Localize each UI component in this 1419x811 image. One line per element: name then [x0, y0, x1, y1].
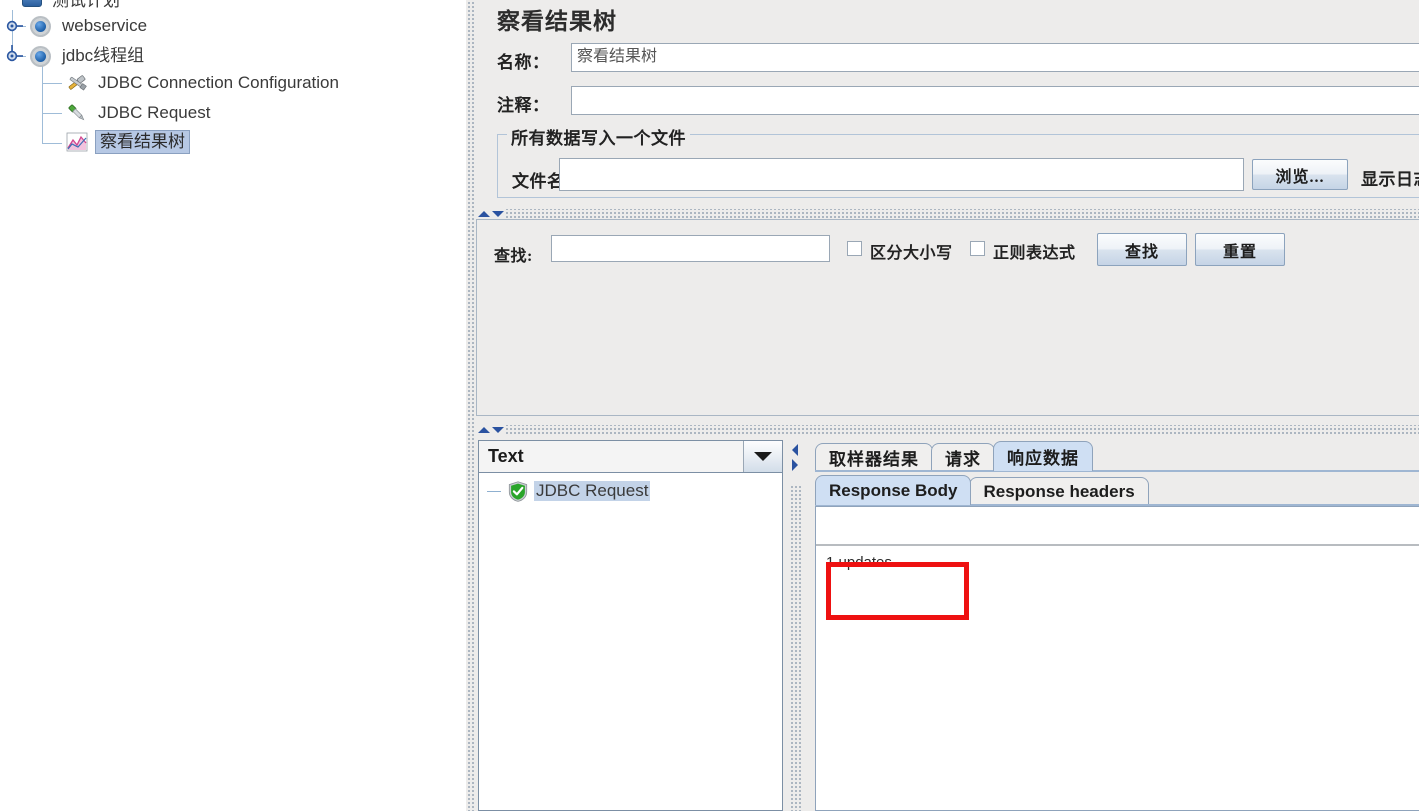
results-tree-item-label: JDBC Request [534, 481, 651, 501]
chevron-down-icon[interactable] [743, 441, 782, 472]
tree-connector [42, 60, 43, 144]
results-tree-item-jdbc-request[interactable]: JDBC Request [487, 479, 651, 503]
search-results-splitter[interactable] [476, 425, 1419, 434]
splitter-collapse-controls-2[interactable] [478, 425, 506, 434]
chevron-right-icon[interactable] [792, 459, 798, 471]
tab-response-body[interactable]: Response Body [815, 475, 972, 505]
search-input[interactable] [551, 235, 830, 262]
thread-group-icon [28, 44, 54, 68]
search-panel: 查找: 区分大小写 正则表达式 查找 重置 [476, 219, 1419, 416]
config-element-icon [64, 71, 90, 95]
chevron-down-icon[interactable] [492, 210, 504, 217]
listener-chart-icon [64, 130, 90, 154]
chevron-left-icon[interactable] [792, 444, 798, 456]
test-plan-tree-panel[interactable]: 测试计划 webservice jdbc线程组 JDBC Connection … [0, 0, 466, 811]
regex-checkbox[interactable] [970, 241, 985, 256]
response-filter-input[interactable] [816, 507, 1419, 546]
tree-expand-handle-webservice[interactable] [4, 14, 26, 38]
case-sensitive-checkbox[interactable] [847, 241, 862, 256]
render-format-combo[interactable]: Text [478, 440, 783, 473]
render-format-value: Text [488, 446, 524, 466]
success-shield-icon [508, 480, 528, 502]
browse-button[interactable]: 浏览... [1252, 159, 1348, 190]
comment-input[interactable] [571, 86, 1419, 115]
search-label: 查找: [494, 248, 533, 265]
tree-node-label: JDBC Connection Configuration [98, 73, 339, 92]
results-tree[interactable]: JDBC Request [478, 473, 783, 811]
response-body-container: 1 updates [803, 506, 1419, 811]
test-plan-icon [18, 0, 44, 13]
tab-response-data[interactable]: 响应数据 [993, 441, 1093, 471]
chevron-up-icon[interactable] [478, 210, 490, 217]
tab-sampler-result[interactable]: 取样器结果 [815, 443, 933, 471]
tree-node-test-plan[interactable]: 测试计划 [18, 0, 123, 14]
case-sensitive-label: 区分大小写 [870, 245, 953, 262]
tree-node-label: 测试计划 [52, 0, 120, 10]
response-body-text: 1 updates [816, 546, 1419, 810]
tree-node-jdbc-connection-configuration[interactable]: JDBC Connection Configuration [64, 70, 342, 96]
page-title: 察看结果树 [497, 9, 617, 34]
tree-node-label: JDBC Request [98, 103, 211, 122]
tree-connector [42, 143, 62, 144]
filename-input[interactable] [559, 158, 1244, 191]
primary-tabstrip[interactable]: 取样器结果 请求 响应数据 [815, 440, 1419, 471]
output-file-groupbox-title: 所有数据写入一个文件 [507, 124, 690, 149]
tree-connector [42, 113, 62, 114]
tab-request[interactable]: 请求 [931, 443, 995, 471]
regex-label: 正则表达式 [993, 245, 1076, 262]
tree-node-label: jdbc线程组 [62, 46, 145, 65]
comment-label: 注释： [497, 96, 550, 115]
response-body-viewer[interactable]: 1 updates [815, 506, 1419, 811]
results-tree-section: Text JDBC Request [476, 440, 787, 811]
tree-node-webservice[interactable]: webservice [28, 13, 150, 39]
splitter-collapse-controls-3[interactable] [789, 440, 801, 484]
reset-button[interactable]: 重置 [1195, 233, 1285, 266]
config-area: 察看结果树 名称： 察看结果树 注释： 所有数据写入一个文件 文件名 浏览...… [476, 0, 1419, 210]
filename-label: 文件名 [512, 172, 565, 191]
results-area: Text JDBC Request 取样器结果 请求 响应数据 Response… [476, 434, 1419, 811]
primary-tab-underline [815, 470, 1419, 472]
chevron-down-icon[interactable] [492, 426, 504, 433]
jmeter-window: 测试计划 webservice jdbc线程组 JDBC Connection … [0, 0, 1419, 811]
name-input[interactable]: 察看结果树 [571, 43, 1419, 72]
chevron-up-icon[interactable] [478, 426, 490, 433]
find-button[interactable]: 查找 [1097, 233, 1187, 266]
tree-node-jdbc-thread-group[interactable]: jdbc线程组 [28, 43, 147, 69]
tree-collapse-handle-jdbc-group[interactable] [4, 44, 26, 68]
tree-node-label: 察看结果树 [95, 130, 190, 154]
thread-group-icon [28, 14, 54, 38]
main-vertical-splitter[interactable] [466, 0, 476, 811]
response-detail-section: 取样器结果 请求 响应数据 Response Body Response hea… [803, 440, 1419, 811]
tree-node-view-results-tree[interactable]: 察看结果树 [64, 129, 190, 155]
splitter-collapse-controls[interactable] [478, 209, 506, 218]
tab-response-headers[interactable]: Response headers [969, 477, 1149, 505]
config-search-splitter[interactable] [476, 209, 1419, 218]
sampler-icon [64, 101, 90, 125]
secondary-tabstrip[interactable]: Response Body Response headers [815, 474, 1419, 505]
results-detail-splitter[interactable] [789, 440, 801, 811]
tree-node-jdbc-request[interactable]: JDBC Request [64, 100, 213, 126]
listener-config-panel: 察看结果树 名称： 察看结果树 注释： 所有数据写入一个文件 文件名 浏览...… [466, 0, 1419, 811]
tree-connector [42, 83, 62, 84]
log-display-label: 显示日志 [1361, 170, 1419, 189]
name-label: 名称： [497, 53, 550, 72]
tree-node-label: webservice [62, 16, 148, 35]
tree-connector [487, 490, 501, 492]
